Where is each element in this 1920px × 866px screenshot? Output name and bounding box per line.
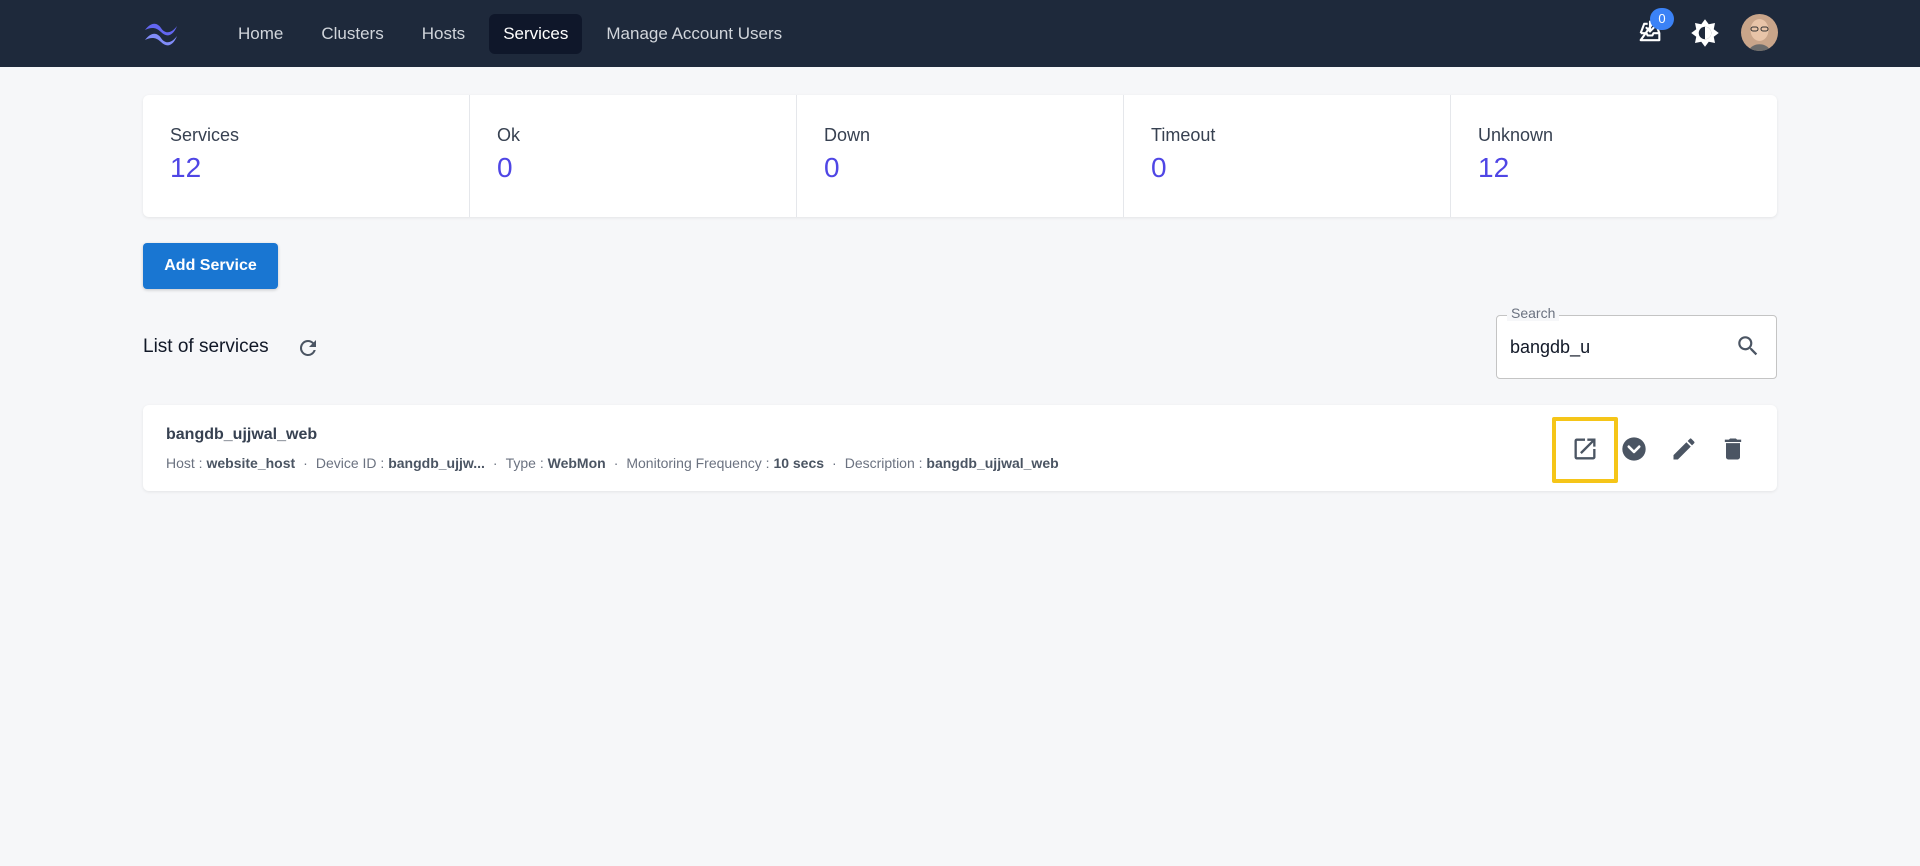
main-nav: Home Clusters Hosts Services Manage Acco… xyxy=(224,0,796,67)
service-row[interactable]: bangdb_ujjwal_web Host : website_host · … xyxy=(143,405,1777,491)
meta-separator: · xyxy=(303,455,308,471)
stat-label: Services xyxy=(170,125,240,145)
stat-timeout: Timeout 0 xyxy=(1124,95,1451,217)
search-input[interactable] xyxy=(1510,332,1710,362)
meta-separator: · xyxy=(613,455,619,471)
description-value: bangdb_ujjwal_web xyxy=(926,455,1059,471)
nav-item-home[interactable]: Home xyxy=(224,14,297,54)
stat-label: Ok xyxy=(497,125,521,145)
meta-separator: · xyxy=(492,455,498,471)
notification-badge: 0 xyxy=(1650,8,1674,30)
nav-item-manage-account-users[interactable]: Manage Account Users xyxy=(592,14,796,54)
service-stats-card: Services 12 Ok 0 Down 0 Timeout 0 Unknow… xyxy=(143,95,1777,217)
stat-value: 12 xyxy=(170,152,202,183)
type-label: Type : xyxy=(505,455,544,471)
add-service-button[interactable]: Add Service xyxy=(143,243,278,289)
stat-label: Down xyxy=(824,125,871,145)
nav-item-hosts[interactable]: Hosts xyxy=(408,14,479,54)
expand-icon[interactable] xyxy=(1620,435,1648,463)
type-value: WebMon xyxy=(547,455,606,471)
stat-ok: Ok 0 xyxy=(470,95,797,217)
search-icon[interactable] xyxy=(1735,333,1761,359)
frequency-label: Monitoring Frequency : xyxy=(626,455,770,471)
list-title: List of services xyxy=(143,336,269,357)
nav-item-clusters[interactable]: Clusters xyxy=(307,14,397,54)
device-value: bangdb_ujjw... xyxy=(388,455,485,471)
service-name: bangdb_ujjwal_web xyxy=(166,426,318,443)
stat-label: Timeout xyxy=(1151,125,1216,145)
stat-value: 0 xyxy=(497,152,513,183)
search-label: Search xyxy=(1507,305,1560,321)
host-value: website_host xyxy=(206,455,296,471)
edit-icon[interactable] xyxy=(1670,435,1698,463)
open-in-new-highlight xyxy=(1552,417,1618,483)
meta-separator: · xyxy=(832,455,837,471)
user-avatar-icon xyxy=(1741,14,1778,51)
nav-item-services[interactable]: Services xyxy=(489,13,583,54)
host-label: Host : xyxy=(166,455,203,471)
frequency-value: 10 secs xyxy=(773,455,825,471)
description-label: Description : xyxy=(844,455,923,471)
top-navbar: Home Clusters Hosts Services Manage Acco… xyxy=(0,0,1920,67)
stat-value: 0 xyxy=(824,152,840,183)
stat-value: 12 xyxy=(1478,152,1510,183)
stat-value: 0 xyxy=(1151,152,1167,183)
delete-icon[interactable] xyxy=(1719,435,1747,463)
service-meta: Host : website_host · Device ID : bangdb… xyxy=(166,455,1059,471)
stat-down: Down 0 xyxy=(797,95,1124,217)
avatar[interactable] xyxy=(1741,14,1778,51)
brightness-icon[interactable] xyxy=(1690,18,1720,48)
device-label: Device ID : xyxy=(315,455,385,471)
stat-label: Unknown xyxy=(1478,125,1554,145)
stat-unknown: Unknown 12 xyxy=(1451,95,1777,217)
stat-services: Services 12 xyxy=(143,95,470,217)
tailwind-logo-icon[interactable] xyxy=(141,18,181,48)
refresh-icon[interactable] xyxy=(296,336,320,360)
